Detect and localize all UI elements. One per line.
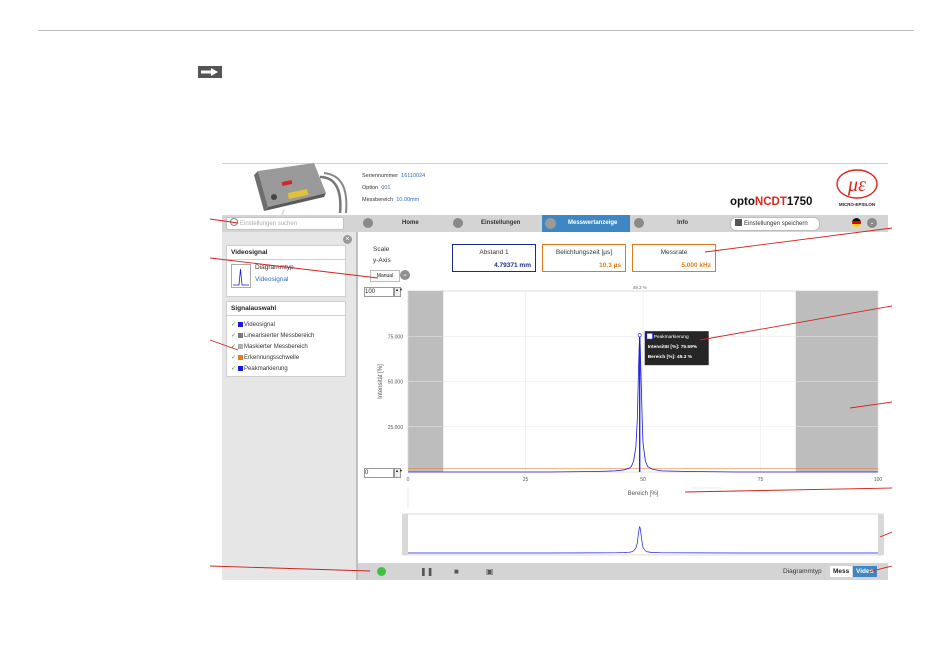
callout-line [209, 565, 371, 572]
callout-line [849, 401, 893, 409]
callout-line [209, 257, 379, 279]
callout-line [699, 305, 893, 341]
callout-line [704, 227, 893, 253]
callout-line [684, 487, 893, 493]
callout-lines [209, 218, 893, 573]
callout-line [867, 565, 893, 573]
callout-line [209, 218, 239, 224]
callout-line [209, 339, 239, 351]
callout-line [879, 531, 893, 538]
